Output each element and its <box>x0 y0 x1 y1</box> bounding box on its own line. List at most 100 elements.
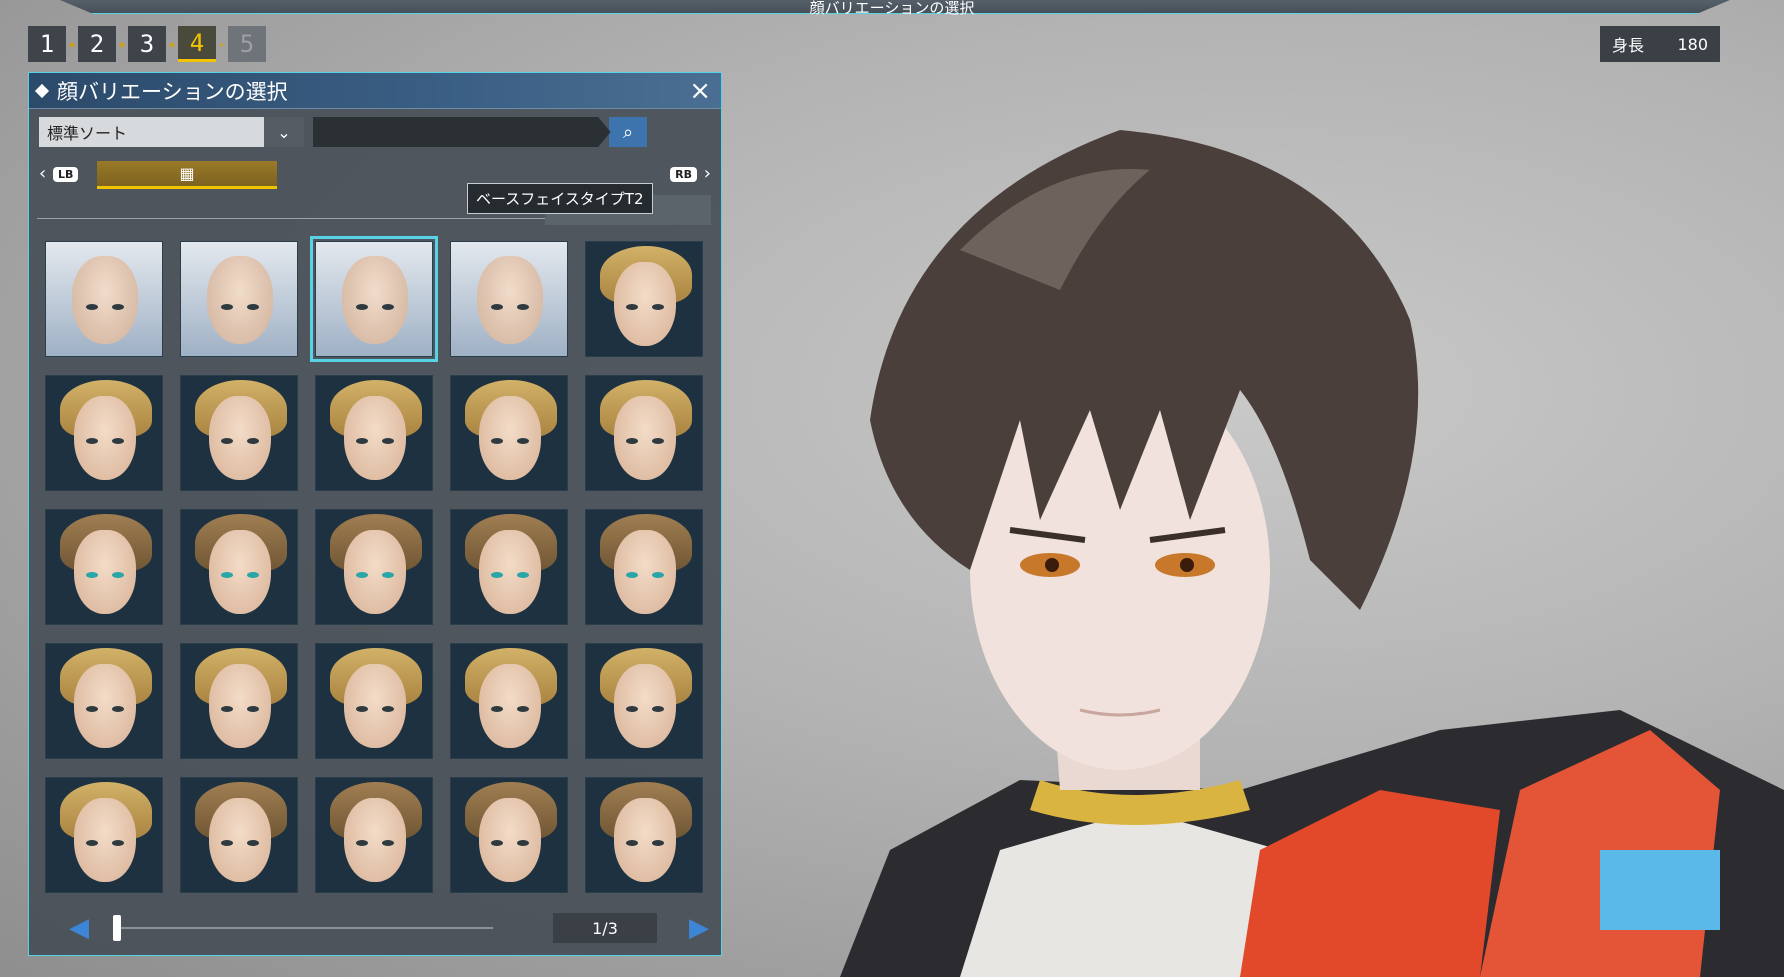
face-shape <box>74 664 136 748</box>
next-page-button[interactable]: ▶ <box>689 913 709 943</box>
eye-shape <box>652 304 664 310</box>
eye-shape <box>247 304 259 310</box>
face-shape <box>207 256 273 344</box>
eye-shape <box>247 706 259 712</box>
face-thumbnail[interactable] <box>180 375 298 491</box>
eye-shape <box>356 840 368 846</box>
eye-shape <box>112 304 124 310</box>
chevron-right-icon[interactable]: › <box>704 163 711 184</box>
chevron-down-icon[interactable]: ⌄ <box>264 117 304 147</box>
face-thumbnail[interactable] <box>315 375 433 491</box>
face-shape <box>477 256 543 344</box>
face-thumbnail[interactable] <box>180 643 298 759</box>
panel-title: 顔バリエーションの選択 <box>57 79 288 104</box>
eye-shape <box>247 572 259 578</box>
tab-all[interactable]: ▦ <box>97 161 277 189</box>
search-input[interactable] <box>313 117 611 147</box>
face-thumbnail[interactable] <box>585 375 703 491</box>
search-icon[interactable]: ⌕ <box>609 117 647 147</box>
eye-shape <box>517 304 529 310</box>
face-thumbnail[interactable] <box>310 236 438 362</box>
chevron-left-icon[interactable]: ‹ <box>39 163 46 184</box>
face-thumbnail[interactable] <box>45 643 163 759</box>
face-thumbnail[interactable] <box>450 643 568 759</box>
eye-shape <box>382 706 394 712</box>
eye-shape <box>112 438 124 444</box>
eye-shape <box>247 438 259 444</box>
step-3[interactable]: 3 <box>128 26 166 62</box>
face-shape <box>209 664 271 748</box>
step-2[interactable]: 2 <box>78 26 116 62</box>
eye-shape <box>382 840 394 846</box>
character-preview <box>840 130 1784 977</box>
face-variation-panel: 顔バリエーションの選択 × 標準ソート ⌄ ⌕ ‹ LB ▦ RB › ベースフ… <box>28 72 722 956</box>
lb-button[interactable]: LB <box>53 167 79 182</box>
face-shape <box>614 664 676 748</box>
sort-search-row: 標準ソート ⌄ ⌕ <box>39 117 647 147</box>
height-label: 身長 <box>1612 36 1645 55</box>
face-thumbnail[interactable] <box>450 375 568 491</box>
eye-shape <box>86 438 98 444</box>
eye-shape <box>382 304 394 310</box>
eye-shape <box>221 706 233 712</box>
face-thumbnail[interactable] <box>315 777 433 893</box>
page-slider-knob[interactable] <box>113 915 121 941</box>
face-shape <box>479 664 541 748</box>
eye-shape <box>112 706 124 712</box>
eye-shape <box>382 438 394 444</box>
face-thumbnail[interactable] <box>180 241 298 357</box>
face-thumbnail[interactable] <box>450 509 568 625</box>
face-thumbnail[interactable] <box>315 509 433 625</box>
face-thumbnail[interactable] <box>180 777 298 893</box>
step-5: 5 <box>228 26 266 62</box>
page-slider-track[interactable] <box>113 927 493 929</box>
eye-shape <box>626 438 638 444</box>
face-shape <box>614 396 676 480</box>
eye-shape <box>652 438 664 444</box>
grid-icon: ▦ <box>179 164 195 183</box>
face-thumbnail[interactable] <box>315 643 433 759</box>
face-shape <box>209 396 271 480</box>
face-shape <box>479 530 541 614</box>
eye-shape <box>247 840 259 846</box>
face-thumbnail[interactable] <box>450 241 568 357</box>
face-thumbnail[interactable] <box>45 375 163 491</box>
sort-dropdown[interactable]: 標準ソート ⌄ <box>39 117 304 147</box>
eye-shape <box>652 706 664 712</box>
eye-shape <box>626 840 638 846</box>
diamond-icon <box>34 83 50 98</box>
eye-shape <box>491 304 503 310</box>
eye-shape <box>517 438 529 444</box>
close-button[interactable]: × <box>689 77 711 105</box>
eye-shape <box>652 572 664 578</box>
face-shape <box>72 256 138 344</box>
face-shape <box>479 396 541 480</box>
face-thumbnail[interactable] <box>45 777 163 893</box>
eye-shape <box>491 438 503 444</box>
eye-shape <box>86 304 98 310</box>
step-1[interactable]: 1 <box>28 26 66 62</box>
rb-button[interactable]: RB <box>670 167 697 182</box>
face-thumbnail[interactable] <box>585 241 703 357</box>
eye-shape <box>517 706 529 712</box>
face-thumbnail[interactable] <box>585 509 703 625</box>
step-indicator: 1 ◆ 2 ◆ 3 ◆ 4 ▸ 5 <box>28 26 266 62</box>
step-separator: ▸ <box>219 39 224 49</box>
eye-shape <box>221 840 233 846</box>
face-thumbnail[interactable] <box>585 777 703 893</box>
pager: ◀ 1/3 ▶ <box>69 909 709 945</box>
eye-shape <box>491 840 503 846</box>
face-thumbnail[interactable] <box>45 509 163 625</box>
eye-shape <box>86 840 98 846</box>
prev-page-button[interactable]: ◀ <box>69 913 89 943</box>
face-shape <box>74 798 136 882</box>
eye-shape <box>356 304 368 310</box>
eye-shape <box>221 438 233 444</box>
face-thumbnail[interactable] <box>585 643 703 759</box>
face-thumbnail[interactable] <box>180 509 298 625</box>
face-thumbnail[interactable] <box>450 777 568 893</box>
step-4[interactable]: 4 <box>178 26 216 62</box>
eye-shape <box>221 572 233 578</box>
face-thumbnail[interactable] <box>45 241 163 357</box>
divider <box>37 218 547 219</box>
